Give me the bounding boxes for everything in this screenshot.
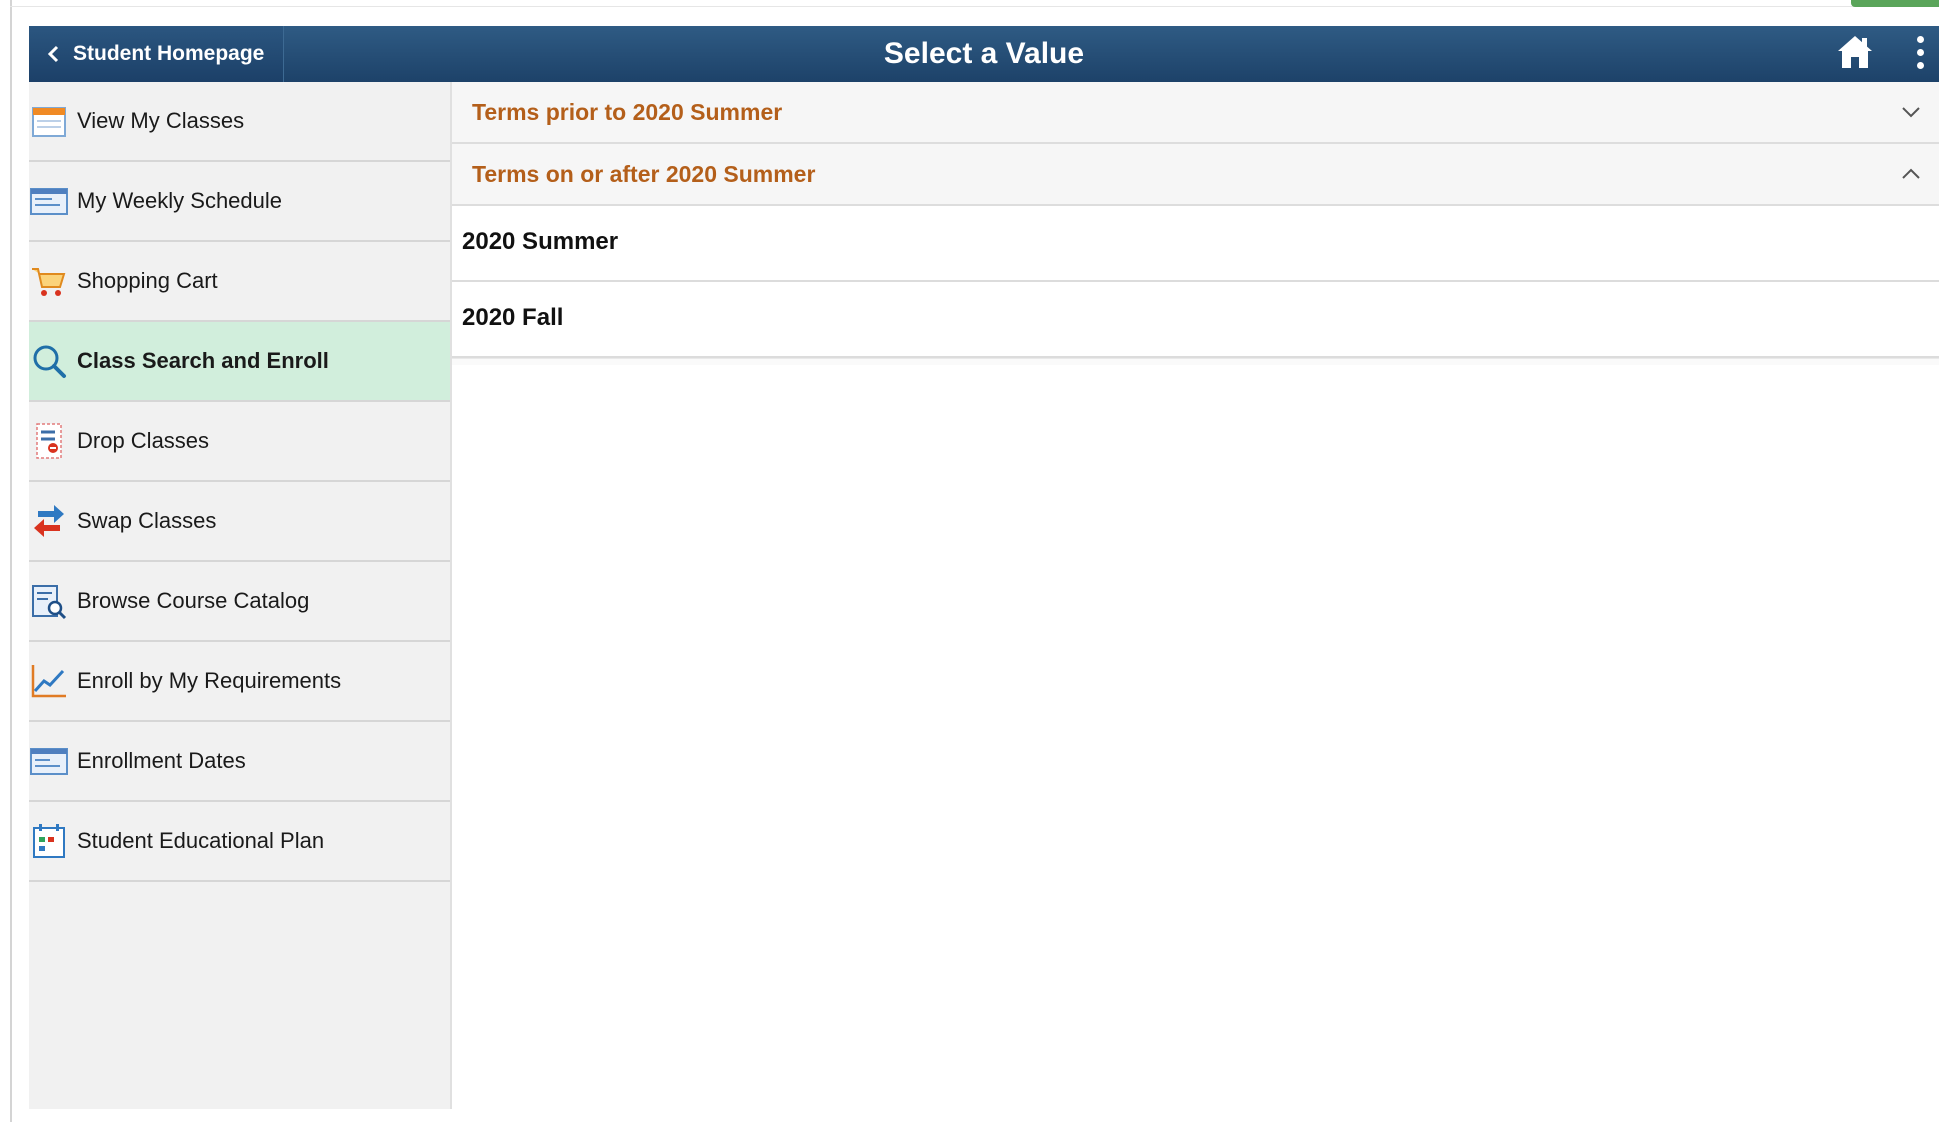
- sidebar-item-class-search-and-enroll[interactable]: Class Search and Enroll: [29, 322, 450, 402]
- sidebar-item-shopping-cart[interactable]: Shopping Cart: [29, 242, 450, 322]
- value-label: 2020 Fall: [462, 304, 564, 331]
- shopping-cart-icon: [29, 261, 69, 301]
- group-header-terms-prior[interactable]: Terms prior to 2020 Summer: [452, 82, 1939, 144]
- sidebar-item-enroll-by-my-requirements[interactable]: Enroll by My Requirements: [29, 642, 450, 722]
- sidebar-item-label: Shopping Cart: [77, 268, 218, 293]
- header-bar: Student Homepage Select a Value: [29, 26, 1939, 82]
- chevron-left-icon: [43, 43, 65, 65]
- drop-classes-icon: [29, 421, 69, 461]
- chevron-down-icon: [1902, 107, 1920, 118]
- back-button[interactable]: Student Homepage: [29, 26, 284, 82]
- sidebar-item-enrollment-dates[interactable]: Enrollment Dates: [29, 722, 450, 802]
- sidebar-item-label: My Weekly Schedule: [77, 188, 283, 213]
- window-top-edge: [10, 6, 1939, 7]
- sidebar-nav: View My Classes My Weekly Schedule Shopp…: [29, 82, 452, 1109]
- list-item[interactable]: 2020 Summer: [452, 206, 1939, 282]
- app-window: Student Homepage Select a Value View My …: [29, 26, 1939, 1109]
- sidebar-item-label: Swap Classes: [77, 508, 217, 533]
- chevron-up-icon: [1902, 168, 1920, 179]
- sidebar-item-label: Enroll by My Requirements: [77, 668, 342, 693]
- sidebar-item-label: Drop Classes: [77, 428, 210, 453]
- sidebar-item-my-weekly-schedule[interactable]: My Weekly Schedule: [29, 162, 450, 242]
- more-menu-button[interactable]: [1909, 30, 1931, 74]
- group-label: Terms prior to 2020 Summer: [472, 99, 783, 125]
- schedule-icon: [29, 181, 69, 221]
- menu-dot: [1916, 61, 1924, 69]
- catalog-search-icon: [29, 581, 69, 621]
- page-title: Select a Value: [883, 37, 1085, 70]
- swap-arrows-icon: [29, 501, 69, 541]
- sidebar-item-label: Enrollment Dates: [77, 748, 246, 773]
- home-button[interactable]: [1833, 30, 1877, 74]
- search-icon: [29, 341, 69, 381]
- window-edge: [10, 0, 12, 1122]
- sidebar-item-label: Student Educational Plan: [77, 828, 325, 853]
- value-label: 2020 Summer: [462, 228, 619, 255]
- sidebar-item-view-my-classes[interactable]: View My Classes: [29, 82, 450, 162]
- group-label: Terms on or after 2020 Summer: [472, 161, 816, 187]
- line-chart-icon: [29, 661, 69, 701]
- corner-accent: [1851, 0, 1939, 7]
- sidebar-item-swap-classes[interactable]: Swap Classes: [29, 482, 450, 562]
- list-divider: [452, 358, 1939, 365]
- menu-dot: [1916, 48, 1924, 56]
- value-list: Terms prior to 2020 Summer Terms on or a…: [452, 82, 1939, 1109]
- calendar-icon: [29, 101, 69, 141]
- list-item[interactable]: 2020 Fall: [452, 282, 1939, 358]
- enrollment-dates-icon: [29, 741, 69, 781]
- sidebar-item-label: Browse Course Catalog: [77, 588, 310, 613]
- sidebar-item-drop-classes[interactable]: Drop Classes: [29, 402, 450, 482]
- sidebar-item-label: View My Classes: [77, 108, 245, 133]
- more-vertical-icon: [1916, 35, 1924, 43]
- sidebar-item-label: Class Search and Enroll: [77, 348, 329, 373]
- sidebar-item-browse-course-catalog[interactable]: Browse Course Catalog: [29, 562, 450, 642]
- plan-calendar-icon: [29, 821, 69, 861]
- group-header-terms-on-or-after[interactable]: Terms on or after 2020 Summer: [452, 144, 1939, 206]
- back-button-label: Student Homepage: [73, 42, 265, 65]
- home-icon: [1838, 36, 1872, 68]
- sidebar-item-student-educational-plan[interactable]: Student Educational Plan: [29, 802, 450, 882]
